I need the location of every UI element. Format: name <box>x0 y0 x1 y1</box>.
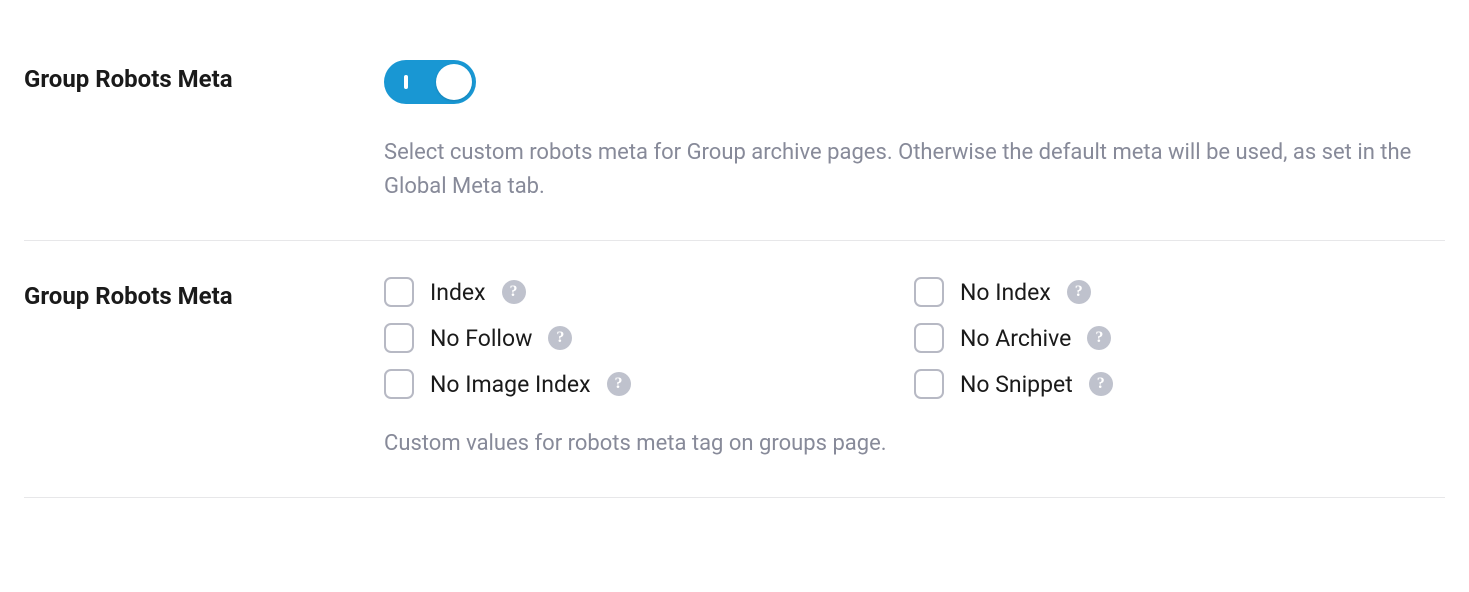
setting-row-toggle: Group Robots Meta Select custom robots m… <box>24 48 1445 241</box>
robots-meta-checkbox-grid: Index ? No Index ? No Follow ? No Archiv… <box>384 277 1444 399</box>
setting-control-toggle: Select custom robots meta for Group arch… <box>384 60 1444 204</box>
help-icon[interactable]: ? <box>607 372 631 396</box>
checkbox-no-follow[interactable] <box>384 323 414 353</box>
checkbox-item-no-snippet: No Snippet ? <box>914 369 1444 399</box>
group-robots-meta-toggle[interactable] <box>384 60 476 104</box>
toggle-knob <box>436 64 472 100</box>
setting-description: Select custom robots meta for Group arch… <box>384 136 1424 204</box>
checkbox-index[interactable] <box>384 277 414 307</box>
checkbox-item-index: Index ? <box>384 277 914 307</box>
checkbox-no-archive[interactable] <box>914 323 944 353</box>
checkbox-label[interactable]: No Index <box>960 279 1051 306</box>
setting-description: Custom values for robots meta tag on gro… <box>384 427 1424 461</box>
help-icon[interactable]: ? <box>548 326 572 350</box>
checkbox-label[interactable]: Index <box>430 279 486 306</box>
checkbox-no-index[interactable] <box>914 277 944 307</box>
checkbox-label[interactable]: No Archive <box>960 325 1071 352</box>
checkbox-item-no-archive: No Archive ? <box>914 323 1444 353</box>
setting-label: Group Robots Meta <box>24 277 384 312</box>
checkbox-label[interactable]: No Snippet <box>960 371 1073 398</box>
toggle-on-icon <box>404 75 408 89</box>
setting-label: Group Robots Meta <box>24 60 384 95</box>
setting-control-checkboxes: Index ? No Index ? No Follow ? No Archiv… <box>384 277 1444 461</box>
checkbox-label[interactable]: No Image Index <box>430 371 591 398</box>
checkbox-no-snippet[interactable] <box>914 369 944 399</box>
checkbox-item-no-index: No Index ? <box>914 277 1444 307</box>
checkbox-item-no-follow: No Follow ? <box>384 323 914 353</box>
setting-row-checkboxes: Group Robots Meta Index ? No Index ? No … <box>24 241 1445 498</box>
help-icon[interactable]: ? <box>1087 326 1111 350</box>
checkbox-item-no-image-index: No Image Index ? <box>384 369 914 399</box>
checkbox-no-image-index[interactable] <box>384 369 414 399</box>
checkbox-label[interactable]: No Follow <box>430 325 532 352</box>
help-icon[interactable]: ? <box>1089 372 1113 396</box>
help-icon[interactable]: ? <box>502 280 526 304</box>
help-icon[interactable]: ? <box>1067 280 1091 304</box>
